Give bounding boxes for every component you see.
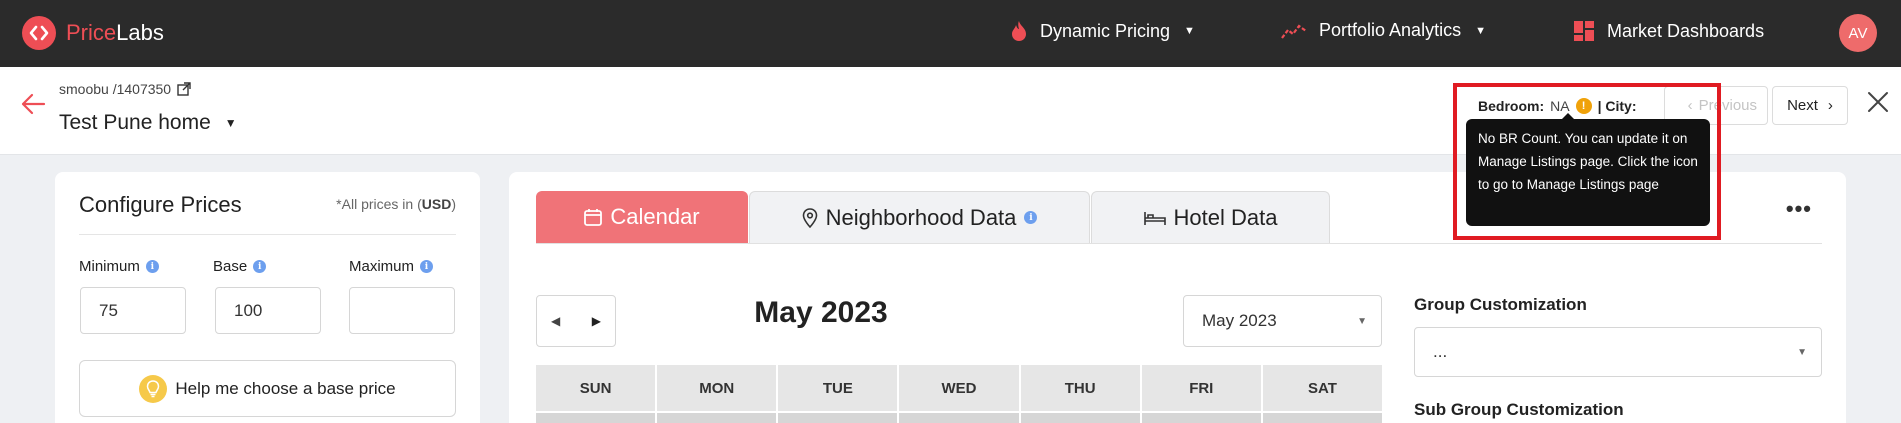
tab-calendar[interactable]: Calendar xyxy=(536,191,748,243)
nav-portfolio-analytics[interactable]: Portfolio Analytics ▼ xyxy=(1281,20,1486,41)
next-label: Next xyxy=(1787,97,1818,114)
breadcrumb-text: smoobu /1407350 xyxy=(59,81,172,97)
weekday-label: FRI xyxy=(1141,365,1261,411)
close-icon[interactable] xyxy=(1866,90,1894,118)
weekday-label: SAT xyxy=(1262,365,1382,411)
nav-dynamic-pricing-label: Dynamic Pricing xyxy=(1040,20,1171,41)
calendar-day-cell[interactable] xyxy=(778,413,898,423)
info-icon[interactable]: i xyxy=(145,260,159,273)
minimum-label: Minimum i xyxy=(79,258,159,275)
calendar-day-cell[interactable] xyxy=(536,413,656,423)
listing-title-dropdown[interactable]: Test Pune home ▼ xyxy=(59,111,237,135)
listing-title: Test Pune home xyxy=(59,111,211,134)
external-link-icon[interactable] xyxy=(177,82,191,96)
bedroom-label: Bedroom: xyxy=(1478,98,1545,114)
month-title: May 2023 xyxy=(754,296,888,329)
brand-logo[interactable]: PriceLabs xyxy=(22,16,164,50)
chevron-down-icon: ▼ xyxy=(1357,315,1367,327)
bedroom-value: NA xyxy=(1550,98,1570,114)
tab-neighborhood-data[interactable]: Neighborhood Data i xyxy=(749,191,1090,243)
calendar-day-cell[interactable] xyxy=(899,413,1019,423)
weekday-label: MON xyxy=(657,365,777,411)
base-label: Base i xyxy=(213,258,267,275)
calendar-day-cell[interactable] xyxy=(1262,413,1382,423)
group-customization-select[interactable]: ... ▼ xyxy=(1414,327,1822,377)
nav-dynamic-pricing[interactable]: Dynamic Pricing ▼ xyxy=(1010,20,1195,42)
month-navigation: ◀ ▶ xyxy=(536,295,616,347)
chevron-left-icon[interactable]: ◀ xyxy=(551,314,560,328)
currency-note: *All prices in (USD) xyxy=(336,196,456,212)
help-button-label: Help me choose a base price xyxy=(175,378,396,398)
info-icon[interactable]: i xyxy=(420,260,434,273)
brand-name: PriceLabs xyxy=(66,20,164,45)
breadcrumb: smoobu /1407350 xyxy=(59,81,191,97)
calendar-day-cell[interactable] xyxy=(1141,413,1261,423)
bedroom-tooltip: No BR Count. You can update it on Manage… xyxy=(1466,113,1710,226)
weekday-label: THU xyxy=(1020,365,1140,411)
chevron-right-icon: › xyxy=(1827,97,1833,114)
tabs-divider xyxy=(536,243,1822,244)
nav-portfolio-analytics-label: Portfolio Analytics xyxy=(1319,20,1462,40)
tab-calendar-label: Calendar xyxy=(610,204,700,229)
weekday-label: WED xyxy=(899,365,1019,411)
calendar-day-cell[interactable] xyxy=(657,413,777,423)
calendar-icon xyxy=(584,209,603,226)
tab-hotel-data[interactable]: Hotel Data xyxy=(1091,191,1330,243)
configure-prices-title: Configure Prices xyxy=(79,192,242,217)
dashboard-grid-icon xyxy=(1574,21,1594,41)
flame-icon xyxy=(1012,21,1026,41)
chevron-down-icon: ▼ xyxy=(1475,24,1486,37)
top-navbar: PriceLabs Dynamic Pricing ▼ Portfolio An… xyxy=(0,0,1901,67)
base-price-input[interactable]: 100 xyxy=(215,287,321,334)
minimum-price-input[interactable]: 75 xyxy=(80,287,186,334)
help-choose-base-price-button[interactable]: Help me choose a base price xyxy=(79,360,456,417)
group-customization-label: Group Customization xyxy=(1414,295,1587,314)
weekday-header: SUN MON TUE WED THU FRI SAT xyxy=(536,365,1382,411)
chevron-down-icon: ▼ xyxy=(1797,346,1807,358)
chevron-right-icon[interactable]: ▶ xyxy=(592,314,601,328)
month-select-value: May 2023 xyxy=(1202,311,1277,330)
divider xyxy=(79,234,456,235)
maximum-price-input[interactable] xyxy=(349,287,455,334)
lightbulb-icon xyxy=(139,374,168,403)
calendar-row xyxy=(536,413,1382,423)
nav-market-dashboards[interactable]: Market Dashboards xyxy=(1573,20,1764,42)
subgroup-customization-label: Sub Group Customization xyxy=(1414,400,1624,419)
more-options-icon[interactable]: ••• xyxy=(1786,196,1812,222)
configure-prices-card: Configure Prices *All prices in (USD) Mi… xyxy=(55,172,480,423)
pricelabs-logo-icon xyxy=(22,16,56,50)
chevron-down-icon: ▼ xyxy=(224,116,237,130)
chevron-down-icon: ▼ xyxy=(1184,25,1195,37)
group-customization-value: ... xyxy=(1433,342,1448,361)
info-icon[interactable]: i xyxy=(253,260,267,273)
location-pin-icon xyxy=(802,207,817,228)
calendar-day-cell[interactable] xyxy=(1020,413,1140,423)
back-arrow-icon[interactable] xyxy=(20,93,46,120)
currency-code: USD xyxy=(421,196,452,212)
nav-market-dashboards-label: Market Dashboards xyxy=(1607,20,1765,41)
info-icon[interactable]: i xyxy=(1024,211,1038,224)
maximum-label: Maximum i xyxy=(349,258,434,275)
bedroom-city-info: Bedroom: NA ! | City: xyxy=(1478,98,1637,114)
tab-neighborhood-label: Neighborhood Data xyxy=(825,204,1017,230)
next-listing-button[interactable]: Next › xyxy=(1772,86,1848,125)
tab-hotel-label: Hotel Data xyxy=(1173,204,1278,230)
bed-icon xyxy=(1143,211,1166,225)
user-avatar[interactable]: AV xyxy=(1839,14,1877,52)
weekday-label: TUE xyxy=(778,365,898,411)
trend-chart-icon xyxy=(1281,23,1307,39)
month-select[interactable]: May 2023 ▼ xyxy=(1183,295,1382,347)
warning-icon[interactable]: ! xyxy=(1575,98,1592,114)
weekday-label: SUN xyxy=(536,365,656,411)
city-label: | City: xyxy=(1597,98,1637,114)
